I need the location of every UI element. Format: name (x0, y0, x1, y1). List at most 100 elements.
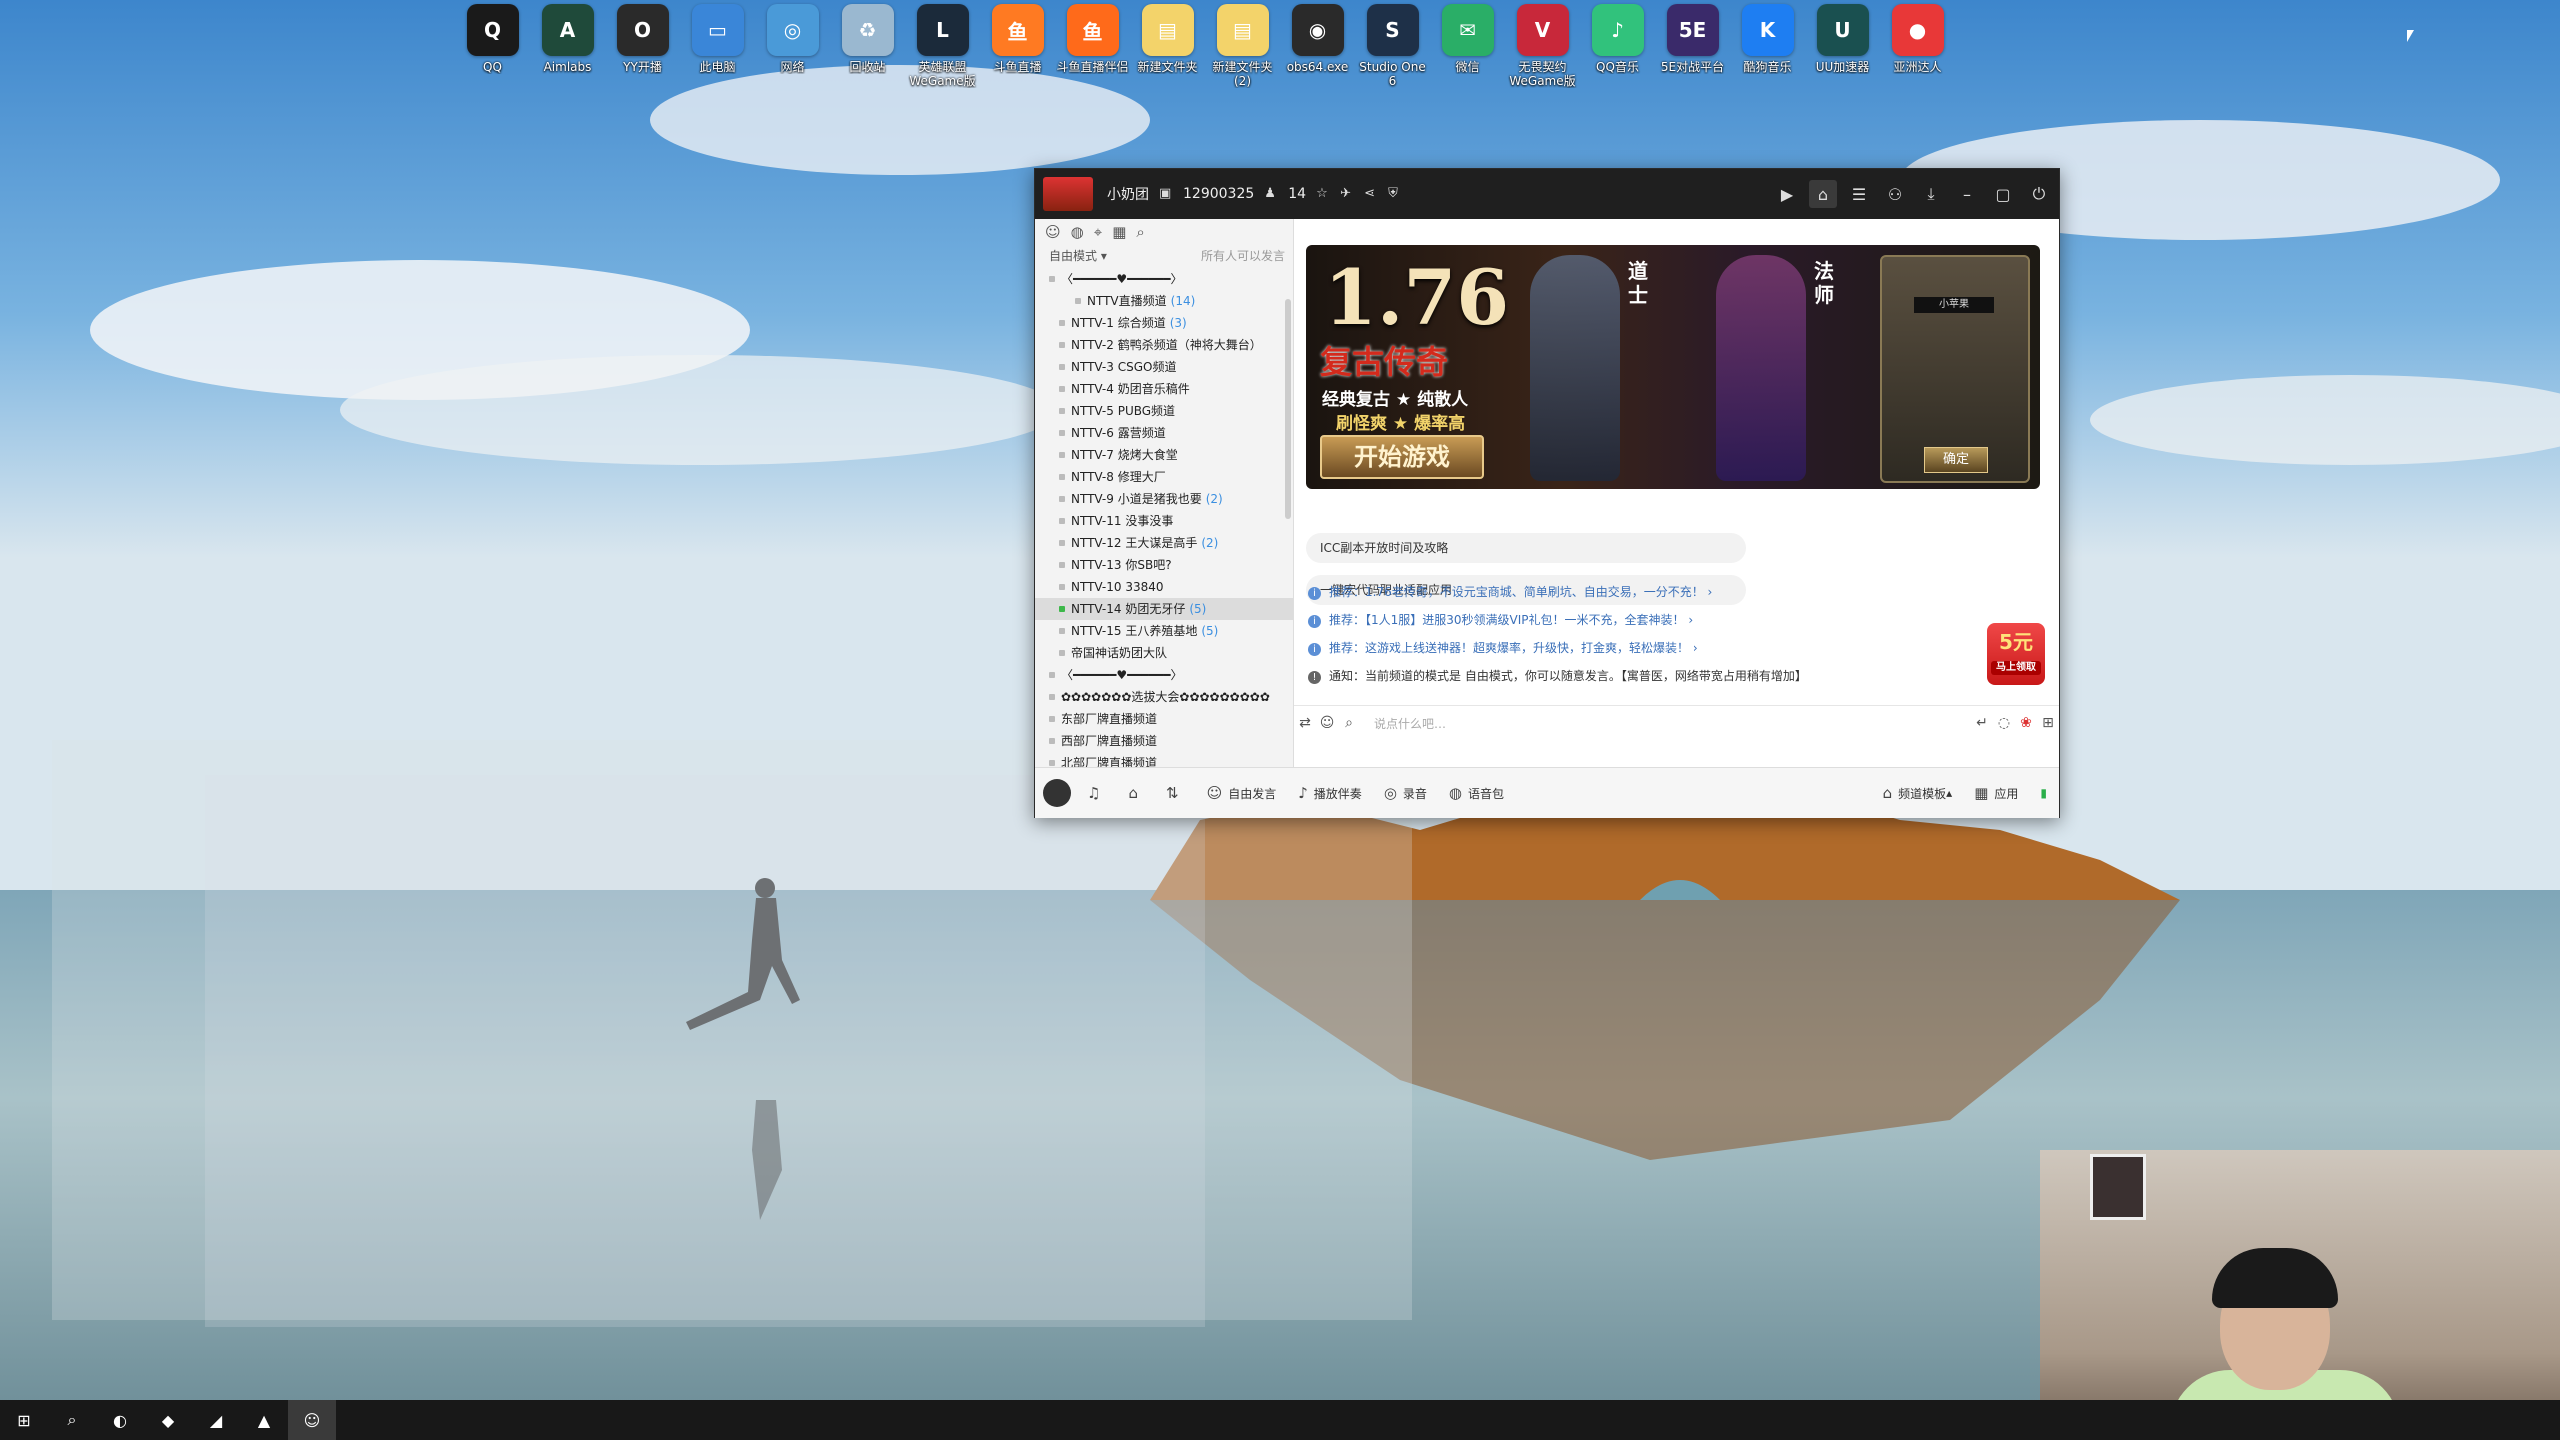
channel-item[interactable]: 帝国神话奶团大队 (1035, 642, 1293, 664)
channel-item[interactable]: 东部厂牌直播频道 (1035, 708, 1293, 730)
desktop-icon-item[interactable]: ◎ 网络 (755, 4, 830, 100)
channel-name: NTTV-11 没事没事 (1071, 514, 1174, 528)
accompany-button[interactable]: ♪ 播放伴奏 (1298, 784, 1362, 802)
desktop-icon-item[interactable]: ▤ 新建文件夹 (2) (1205, 4, 1280, 100)
start-game-button[interactable]: 开始游戏 (1320, 435, 1484, 479)
channel-scrollbar[interactable] (1285, 299, 1291, 519)
search-icon[interactable]: ⌕ (48, 1400, 96, 1440)
desktop-icon-item[interactable]: O YY开播 (605, 4, 680, 100)
channel-item[interactable]: NTTV直播频道 (14) (1035, 290, 1293, 312)
channel-item[interactable]: 北部厂牌直播频道 (1035, 752, 1293, 767)
desktop-icon-item[interactable]: Q QQ (455, 4, 530, 100)
channel-item[interactable]: NTTV-10 33840 (1035, 576, 1293, 598)
douyu-taskbar-icon[interactable]: ◆ (144, 1400, 192, 1440)
mixer-icon[interactable]: ⇅ (1166, 784, 1185, 802)
video-icon[interactable]: ▶ (1773, 180, 1801, 208)
class-label-taoist: 道士 (1628, 259, 1648, 307)
search-icon[interactable]: ⌕ (1338, 715, 1360, 731)
user-avatar[interactable] (1043, 779, 1071, 807)
channel-item[interactable]: 〈━━━━━━♥━━━━━━〉 (1035, 268, 1293, 290)
desktop-icon-item[interactable]: ✉ 微信 (1430, 4, 1505, 100)
send-icon[interactable]: ↵ (1971, 715, 1993, 731)
desktop-icon-item[interactable]: ▭ 此电脑 (680, 4, 755, 100)
user-icon[interactable]: ☺ (1045, 223, 1061, 241)
desktop-icon-item[interactable]: 5E 5E对战平台 (1655, 4, 1730, 100)
channel-item[interactable]: NTTV-11 没事没事 (1035, 510, 1293, 532)
collapse-icon[interactable]: ⤓ (1917, 180, 1945, 208)
desktop-icon-item[interactable]: V 无畏契约WeGame版 (1505, 4, 1580, 100)
channel-name: 东部厂牌直播频道 (1061, 712, 1158, 726)
star-icon[interactable]: ☆ (1316, 187, 1330, 201)
desktop-icon-item[interactable]: ♻ 回收站 (830, 4, 905, 100)
channel-notice[interactable]: i 推荐：1.76老传奇，不设元宝商城、简单刷坑、自由交易，一分不充！ › (1308, 583, 1712, 600)
desktop-icon-item[interactable]: ▤ 新建文件夹 (1130, 4, 1205, 100)
chat-icon[interactable]: ◍ (1071, 223, 1084, 241)
channel-template-button[interactable]: ⌂ 频道模板 ▴ (1883, 784, 1953, 802)
yy-title-bar[interactable]: 小奶团 ▣ 12900325 ♟ 14 ☆ ✈ ⋖ ⛨ ▶ ⌂ ☰ ⚇ ⤓ – … (1035, 169, 2059, 219)
yy-taskbar-icon[interactable]: ☺ (288, 1400, 336, 1440)
share-icon[interactable]: ⋖ (1364, 187, 1378, 201)
confirm-button[interactable]: 确定 (1924, 447, 1988, 473)
home-icon[interactable]: ⌂ (1809, 180, 1837, 208)
gift-icon[interactable]: ⊞ (2037, 715, 2059, 731)
channel-item[interactable]: NTTV-14 奶团无牙仔 (5) (1035, 598, 1293, 620)
channel-item[interactable]: 〈━━━━━━♥━━━━━━〉 (1035, 664, 1293, 686)
desktop-icon-item[interactable]: A Aimlabs (530, 4, 605, 100)
rose-icon[interactable]: ❀ (2015, 715, 2037, 731)
mic-icon[interactable]: ⌂ (1128, 784, 1144, 802)
minimize-button[interactable]: – (1953, 180, 1981, 208)
desktop-icon-item[interactable]: ♪ QQ音乐 (1580, 4, 1655, 100)
record-button[interactable]: ◎ 录音 (1384, 784, 1427, 802)
power-button[interactable]: ⏻ (2025, 180, 2053, 208)
desktop-icon-item[interactable]: U UU加速器 (1805, 4, 1880, 100)
bubble-icon[interactable]: ◌ (1993, 715, 2015, 731)
apps-button[interactable]: ▦ 应用 (1974, 784, 2018, 802)
location-icon[interactable]: ⌖ (1094, 223, 1102, 241)
list-icon[interactable]: ☰ (1845, 180, 1873, 208)
desktop-icon-item[interactable]: L 英雄联盟WeGame版 (905, 4, 980, 100)
board-icon[interactable]: ▦ (1112, 223, 1126, 241)
quick-link-1[interactable]: ICC副本开放时间及攻略 (1306, 533, 1746, 563)
channel-item[interactable]: 西部厂牌直播频道 (1035, 730, 1293, 752)
desktop-icon-item[interactable]: K 酷狗音乐 (1730, 4, 1805, 100)
channel-item[interactable]: NTTV-1 综合频道 (3) (1035, 312, 1293, 334)
desktop-icon-item[interactable]: 鱼斗鱼直播 (980, 4, 1055, 100)
windows-start-icon[interactable]: ⊞ (0, 1400, 48, 1440)
channel-item[interactable]: NTTV-3 CSGO频道 (1035, 356, 1293, 378)
gamepad-icon[interactable]: ⚇ (1881, 180, 1909, 208)
channel-item[interactable]: NTTV-13 你SB吧? (1035, 554, 1293, 576)
desktop-icon-item[interactable]: ● 亚洲达人 (1880, 4, 1955, 100)
speaker-icon[interactable]: ♫ (1087, 784, 1106, 802)
channel-item[interactable]: NTTV-5 PUBG频道 (1035, 400, 1293, 422)
voice-to-text-icon[interactable]: ⇄ (1294, 715, 1316, 731)
studio-one-taskbar-icon[interactable]: ◢ (192, 1400, 240, 1440)
maximize-button[interactable]: ▢ (1989, 180, 2017, 208)
desktop-icon-item[interactable]: S Studio One 6 (1355, 4, 1430, 100)
channel-item[interactable]: NTTV-8 修理大厂 (1035, 466, 1293, 488)
channel-item[interactable]: NTTV-15 王八养殖基地 (5) (1035, 620, 1293, 642)
channel-item[interactable]: NTTV-7 烧烤大食堂 (1035, 444, 1293, 466)
mode-dropdown[interactable]: 自由模式 ▾ (1049, 247, 1107, 264)
channel-item[interactable]: NTTV-12 王大谋是高手 (2) (1035, 532, 1293, 554)
channel-notice[interactable]: i 推荐：【1人1服】进服30秒领满级VIP礼包！一米不充，全套神装！ › (1308, 611, 1693, 628)
channel-item[interactable]: ✿✿✿✿✿✿✿选拔大会✿✿✿✿✿✿✿✿✿ (1035, 686, 1293, 708)
desktop-icon-item[interactable]: 鱼斗鱼直播伴侣 (1055, 4, 1130, 100)
channel-item[interactable]: NTTV-9 小道是猪我也要 (2) (1035, 488, 1293, 510)
red-packet-button[interactable]: 5元 马上领取 (1987, 623, 2045, 685)
channel-item[interactable]: NTTV-2 鹤鸭杀频道（神将大舞台） (1035, 334, 1293, 356)
edge-browser-icon[interactable]: ◐ (96, 1400, 144, 1440)
aimlabs-taskbar-icon[interactable]: ▲ (240, 1400, 288, 1440)
shield-icon[interactable]: ⛨ (1388, 187, 1402, 201)
search-icon[interactable]: ⌕ (1136, 223, 1144, 241)
chat-input[interactable]: 说点什么吧… (1374, 715, 1971, 732)
plane-icon[interactable]: ✈ (1340, 187, 1354, 201)
channel-notice: ! 通知：当前频道的模式是 自由模式，你可以随意发言。【寓普医，网络带宽占用稍有增… (1308, 667, 1807, 684)
channel-notice[interactable]: i 推荐：这游戏上线送神器！超爽爆率，升级快，打金爽，轻松爆装！ › (1308, 639, 1698, 656)
game-ad-banner[interactable]: 1.76 复古传奇 经典复古 ★ 纯散人 刷怪爽 ★ 爆率高 开始游戏 道士 法… (1306, 245, 2040, 489)
emoji-icon[interactable]: ☺ (1316, 715, 1338, 731)
voice-pack-button[interactable]: ◍ 语音包 (1449, 784, 1504, 802)
desktop-icon-item[interactable]: ◉ obs64.exe (1280, 4, 1355, 100)
channel-item[interactable]: NTTV-4 奶团音乐稿件 (1035, 378, 1293, 400)
channel-item[interactable]: NTTV-6 露营频道 (1035, 422, 1293, 444)
free-speech-button[interactable]: ☺ 自由发言 (1207, 784, 1277, 802)
